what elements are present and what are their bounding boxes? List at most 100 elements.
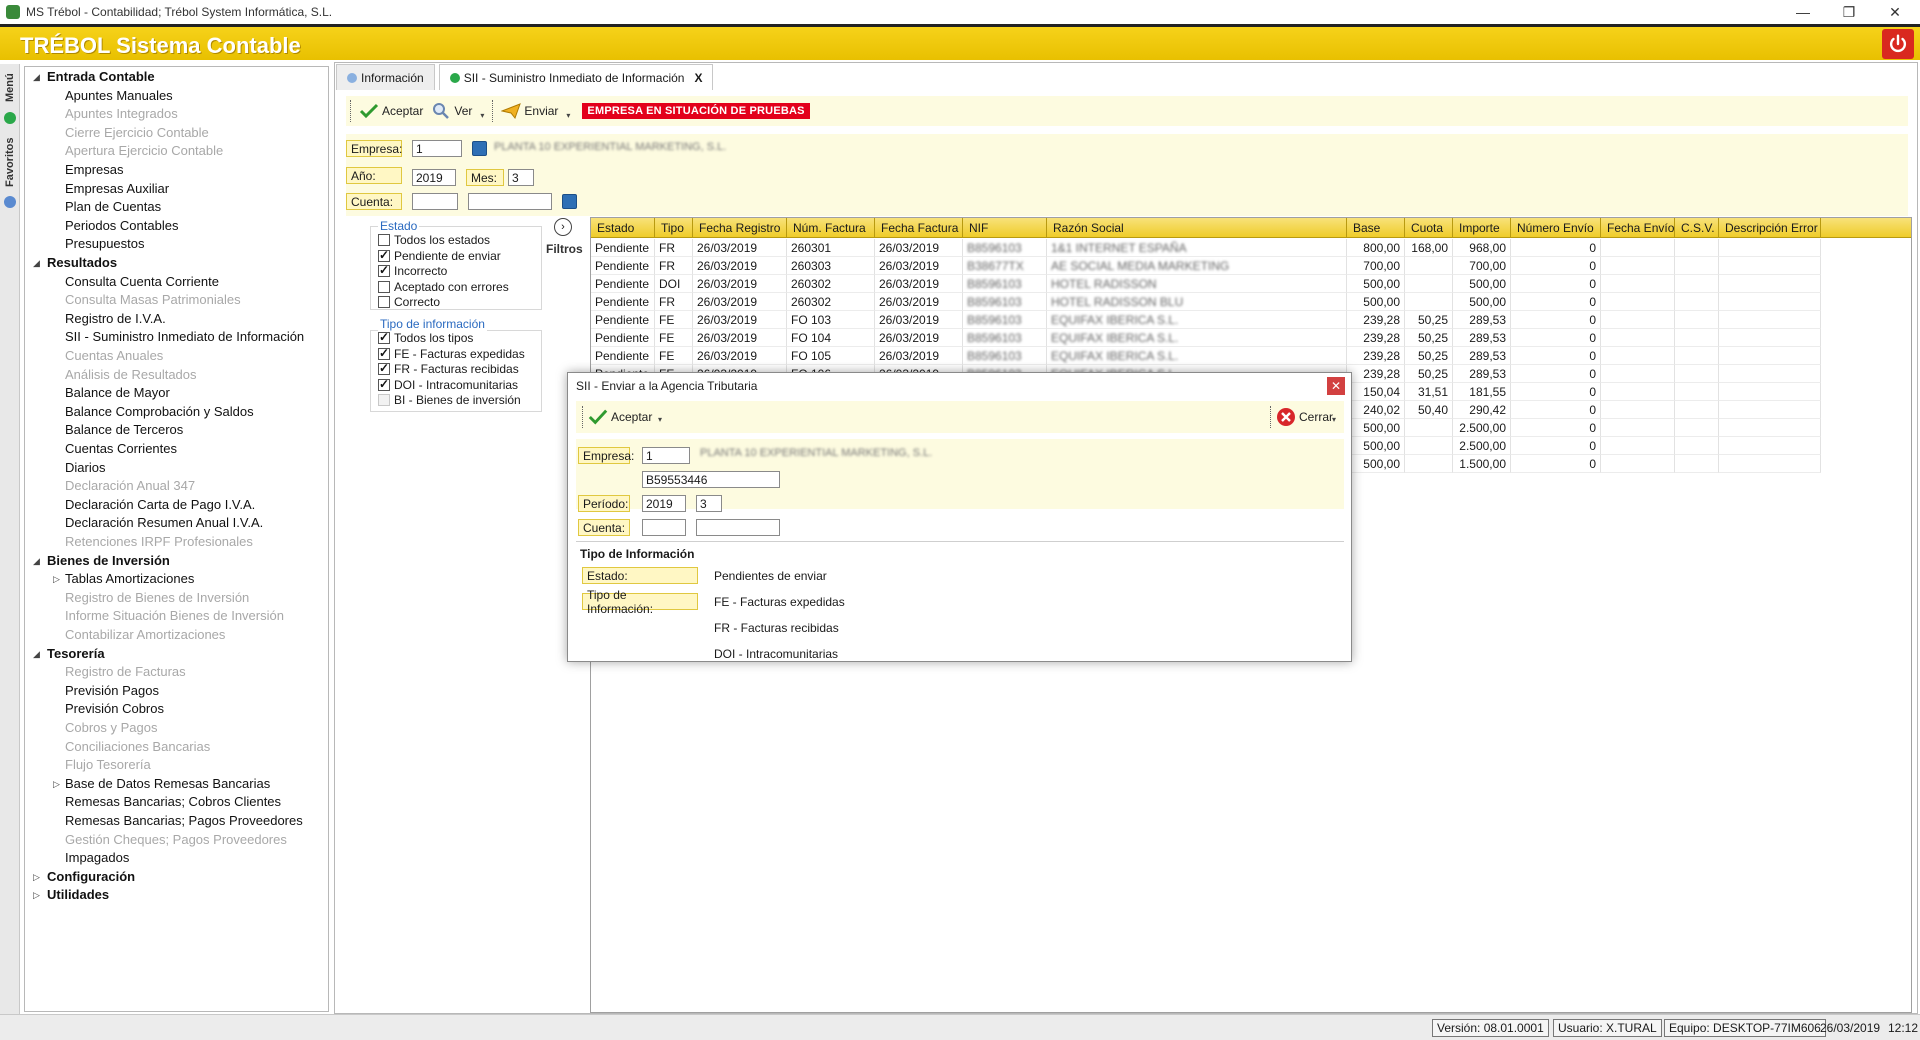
tree-item[interactable]: Base de Datos Remesas Bancarias [65, 776, 270, 791]
collapse-arrow-icon[interactable]: ▷ [53, 574, 60, 585]
filter-checkbox-row[interactable]: DOI - Intracomunitarias [378, 377, 518, 392]
expand-arrow-icon[interactable]: ◢ [33, 556, 40, 567]
tree-item[interactable]: Remesas Bancarias; Pagos Proveedores [65, 813, 303, 828]
tree-item[interactable]: Plan de Cuentas [65, 199, 161, 214]
tree-group[interactable]: Entrada Contable [47, 69, 155, 84]
grid-column-header[interactable]: Descripción Error [1719, 218, 1821, 238]
tab-informacion[interactable]: Información [336, 64, 435, 90]
table-row[interactable]: Pendiente FR 26/03/2019 260303 26/03/2019 B38… [591, 257, 1911, 275]
tab-sii[interactable]: SII - Suministro Inmediato de Informació… [438, 64, 714, 90]
table-row[interactable]: Pendiente DOI 26/03/2019 260302 26/03/2019 B8… [591, 275, 1911, 293]
grid-column-header[interactable]: Fecha Envío [1601, 218, 1675, 238]
tree-item[interactable]: Remesas Bancarias; Cobros Clientes [65, 794, 281, 809]
empresa-search-icon[interactable] [472, 141, 487, 156]
filter-checkbox-row[interactable]: Todos los estados [378, 233, 490, 247]
tree-item[interactable]: Previsión Pagos [65, 683, 159, 698]
filtros-toggle-icon[interactable]: › [554, 218, 572, 236]
filter-checkbox-row[interactable]: Todos los tipos [378, 330, 473, 345]
vtab-menu[interactable]: Menú [0, 68, 20, 108]
tree-item[interactable]: Empresas Auxiliar [65, 181, 169, 196]
expand-arrow-icon[interactable]: ◢ [33, 649, 40, 660]
tree-item[interactable]: Impagados [65, 850, 129, 865]
aceptar-button[interactable]: Aceptar [355, 98, 427, 124]
tree-item[interactable]: Declaración Carta de Pago I.V.A. [65, 497, 255, 512]
tree-item[interactable]: Balance Comprobación y Saldos [65, 404, 254, 419]
checkbox[interactable] [378, 234, 390, 246]
filter-checkbox-row[interactable]: Incorrecto [378, 263, 447, 278]
grid-column-header[interactable]: Cuota [1405, 218, 1453, 238]
tree-item[interactable]: Previsión Cobros [65, 701, 164, 716]
enviar-button[interactable]: Enviar [497, 98, 562, 124]
minimize-button[interactable]: — [1780, 0, 1826, 24]
tab-close-button[interactable]: X [694, 71, 702, 85]
table-row[interactable]: Pendiente FE 26/03/2019 FO 103 26/03/2019 B85… [591, 311, 1911, 329]
grid-column-header[interactable]: Base [1347, 218, 1405, 238]
checkbox[interactable] [378, 296, 390, 308]
table-row[interactable]: Pendiente FR 26/03/2019 260301 26/03/2019 B85… [591, 239, 1911, 257]
checkbox[interactable] [378, 361, 390, 375]
ver-dropdown-icon[interactable]: ▾ [480, 103, 484, 120]
dialog-periodo-anio-input[interactable]: 2019 [642, 495, 686, 512]
table-row[interactable]: Pendiente FE 26/03/2019 FO 104 26/03/2019 B85… [591, 329, 1911, 347]
checkbox[interactable] [378, 394, 390, 406]
checkbox[interactable] [378, 377, 390, 391]
empresa-input[interactable]: 1 [412, 140, 462, 157]
tree-item[interactable]: Tablas Amortizaciones [65, 571, 194, 586]
tree-item[interactable]: Empresas [65, 162, 124, 177]
dialog-close-button[interactable]: ✕ [1327, 377, 1345, 395]
table-row[interactable]: Pendiente FE 26/03/2019 FO 105 26/03/2019 B85… [591, 347, 1911, 365]
collapse-arrow-icon[interactable]: ▷ [33, 872, 40, 883]
collapse-arrow-icon[interactable]: ▷ [53, 779, 60, 790]
grid-column-header[interactable]: Número Envío [1511, 218, 1601, 238]
checkbox[interactable] [378, 280, 390, 293]
filter-checkbox-row[interactable]: Correcto [378, 295, 440, 309]
cuenta-input[interactable] [412, 193, 458, 210]
dialog-cerrar-button[interactable]: Cerrar [1272, 404, 1337, 430]
filter-checkbox-row[interactable]: Pendiente de enviar [378, 248, 501, 263]
tree-item[interactable]: Apuntes Manuales [65, 88, 173, 103]
tree-group[interactable]: Utilidades [47, 887, 109, 902]
tree-group[interactable]: Tesorería [47, 646, 105, 661]
dialog-nif-input[interactable]: B59553446 [642, 471, 780, 488]
window-close-button[interactable]: ✕ [1872, 0, 1918, 24]
dialog-empresa-input[interactable]: 1 [642, 447, 690, 464]
ver-button[interactable]: Ver [427, 98, 476, 124]
tree-group[interactable]: Configuración [47, 869, 135, 884]
tree-group[interactable]: Bienes de Inversión [47, 553, 170, 568]
filter-checkbox-row[interactable]: Aceptado con errores [378, 280, 509, 294]
grid-column-header[interactable]: Fecha Registro [693, 218, 787, 238]
grid-column-header[interactable]: Importe [1453, 218, 1511, 238]
enviar-dropdown-icon[interactable]: ▾ [566, 103, 570, 120]
vtab-favoritos[interactable]: Favoritos [0, 132, 20, 192]
grid-column-header[interactable]: Razón Social [1047, 218, 1347, 238]
expand-arrow-icon[interactable]: ◢ [33, 258, 40, 269]
checkbox[interactable] [378, 248, 390, 262]
tree-item[interactable]: Declaración Resumen Anual I.V.A. [65, 515, 263, 530]
tree-item[interactable]: SII - Suministro Inmediato de Informació… [65, 329, 304, 344]
grid-column-header[interactable]: Tipo [655, 218, 693, 238]
grid-column-header[interactable]: C.S.V. [1675, 218, 1719, 238]
grid-column-header[interactable]: Estado [591, 218, 655, 238]
grid-column-header[interactable]: Fecha Factura [875, 218, 963, 238]
grid-column-header[interactable]: NIF [963, 218, 1047, 238]
filter-checkbox-row[interactable]: FE - Facturas expedidas [378, 346, 525, 361]
tree-item[interactable]: Diarios [65, 460, 105, 475]
cuenta-name-input[interactable] [468, 193, 552, 210]
dialog-aceptar-button[interactable]: Aceptar [584, 404, 656, 430]
tree-group[interactable]: Resultados [47, 255, 117, 270]
dialog-periodo-mes-input[interactable]: 3 [696, 495, 722, 512]
mes-input[interactable]: 3 [508, 169, 534, 186]
table-row[interactable]: Pendiente FR 26/03/2019 260302 26/03/2019 B85… [591, 293, 1911, 311]
tree-item[interactable]: Registro de I.V.A. [65, 311, 166, 326]
tree-item[interactable]: Cuentas Corrientes [65, 441, 177, 456]
tree-item[interactable]: Balance de Terceros [65, 422, 183, 437]
power-button[interactable] [1882, 29, 1914, 59]
anio-input[interactable]: 2019 [412, 169, 456, 186]
expand-arrow-icon[interactable]: ◢ [33, 72, 40, 83]
tree-item[interactable]: Periodos Contables [65, 218, 178, 233]
cuenta-search-icon[interactable] [562, 194, 577, 209]
checkbox[interactable] [378, 330, 390, 344]
dialog-cuenta-name-input[interactable] [696, 519, 780, 536]
filter-checkbox-row[interactable]: BI - Bienes de inversión [378, 393, 521, 407]
dialog-cuenta-input[interactable] [642, 519, 686, 536]
